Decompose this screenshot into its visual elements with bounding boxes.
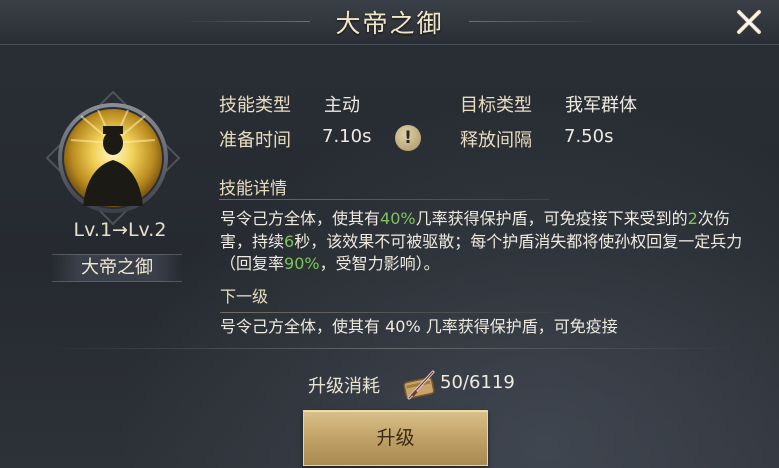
skill-description-scroll[interactable]: 号令己方全体，使其有40%几率获得保护盾，可免疫接下来受到的2次伤害，持续6秒，… <box>220 208 760 344</box>
prep-time-label: 准备时间 <box>219 130 291 151</box>
hit-count-value: 2 <box>687 209 698 228</box>
emperor-silhouette-icon <box>45 90 181 226</box>
skill-level-progress: Lv.1→Lv.2 <box>73 219 167 241</box>
upgrade-cost-value: 50/6119 <box>440 372 515 393</box>
close-icon <box>737 10 761 34</box>
upgrade-button-label: 升级 <box>376 427 415 449</box>
footer-divider <box>40 348 740 349</box>
prep-time-value: 7.10s <box>322 126 372 147</box>
upgrade-cost-row: 升级消耗 50/6119 <box>0 370 779 400</box>
panel-title: 大帝之御 <box>335 9 444 38</box>
skill-type-value: 主动 <box>324 95 360 116</box>
skill-type-label: 技能类型 <box>219 95 291 116</box>
skill-name-plate: 大帝之御 <box>52 254 182 282</box>
skill-emblem <box>43 88 183 228</box>
skill-upgrade-panel: 大帝之御 Lv.1→Lv.2 大帝之御 技能类型 主动 目标类型 我军群体 准备… <box>0 0 779 468</box>
recovery-rate-value: 90% <box>284 254 320 273</box>
skill-details-heading: 技能详情 <box>219 179 287 199</box>
skill-name: 大帝之御 <box>81 257 153 278</box>
skill-description: 号令己方全体，使其有40%几率获得保护盾，可免疫接下来受到的2次伤害，持续6秒，… <box>220 209 743 273</box>
upgrade-cost-label: 升级消耗 <box>308 376 380 397</box>
cast-interval-value: 7.50s <box>564 126 614 147</box>
next-level-divider <box>220 311 550 313</box>
duration-value: 6 <box>284 231 295 251</box>
next-level-heading: 下一级 <box>220 286 269 306</box>
upgrade-button[interactable]: 升级 <box>303 410 488 466</box>
title-bar: 大帝之御 <box>0 0 779 45</box>
close-button[interactable] <box>733 6 765 38</box>
next-level-description: 号令己方全体，使其有 40% 几率获得保护盾，可免疫接 <box>220 316 618 336</box>
target-type-value: 我军群体 <box>565 95 637 116</box>
details-divider <box>219 199 549 200</box>
scroll-sword-icon <box>401 368 439 402</box>
cast-interval-label: 释放间隔 <box>460 130 532 151</box>
target-type-label: 目标类型 <box>460 95 532 116</box>
info-icon[interactable]: ! <box>395 125 421 151</box>
proc-chance-value: 40% <box>380 209 416 228</box>
